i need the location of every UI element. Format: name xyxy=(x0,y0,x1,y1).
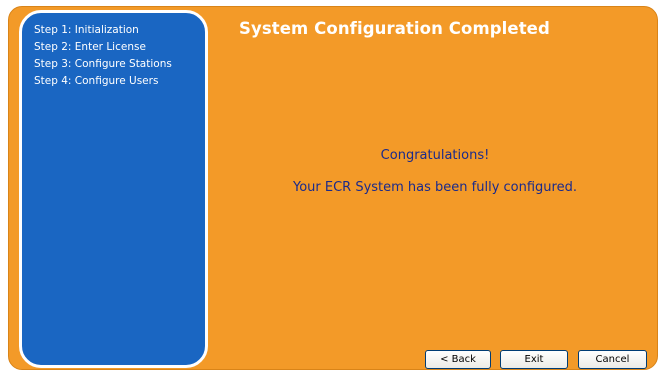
steps-sidebar: Step 1: Initialization Step 2: Enter Lic… xyxy=(19,10,208,368)
page-title: System Configuration Completed xyxy=(239,19,550,38)
congratulations-message: Congratulations! xyxy=(380,148,490,163)
step-item-configure-users: Step 4: Configure Users xyxy=(34,75,159,87)
cancel-button[interactable]: Cancel xyxy=(578,350,647,369)
configured-message: Your ECR System has been fully configure… xyxy=(292,180,577,195)
exit-button[interactable]: Exit xyxy=(500,350,568,369)
back-button[interactable]: < Back xyxy=(425,350,491,369)
step-item-configure-stations: Step 3: Configure Stations xyxy=(34,58,172,70)
steps-list: Step 1: Initialization Step 2: Enter Lic… xyxy=(34,22,172,90)
step-item-enter-license: Step 2: Enter License xyxy=(34,41,146,53)
step-item-initialization: Step 1: Initialization xyxy=(34,24,139,36)
